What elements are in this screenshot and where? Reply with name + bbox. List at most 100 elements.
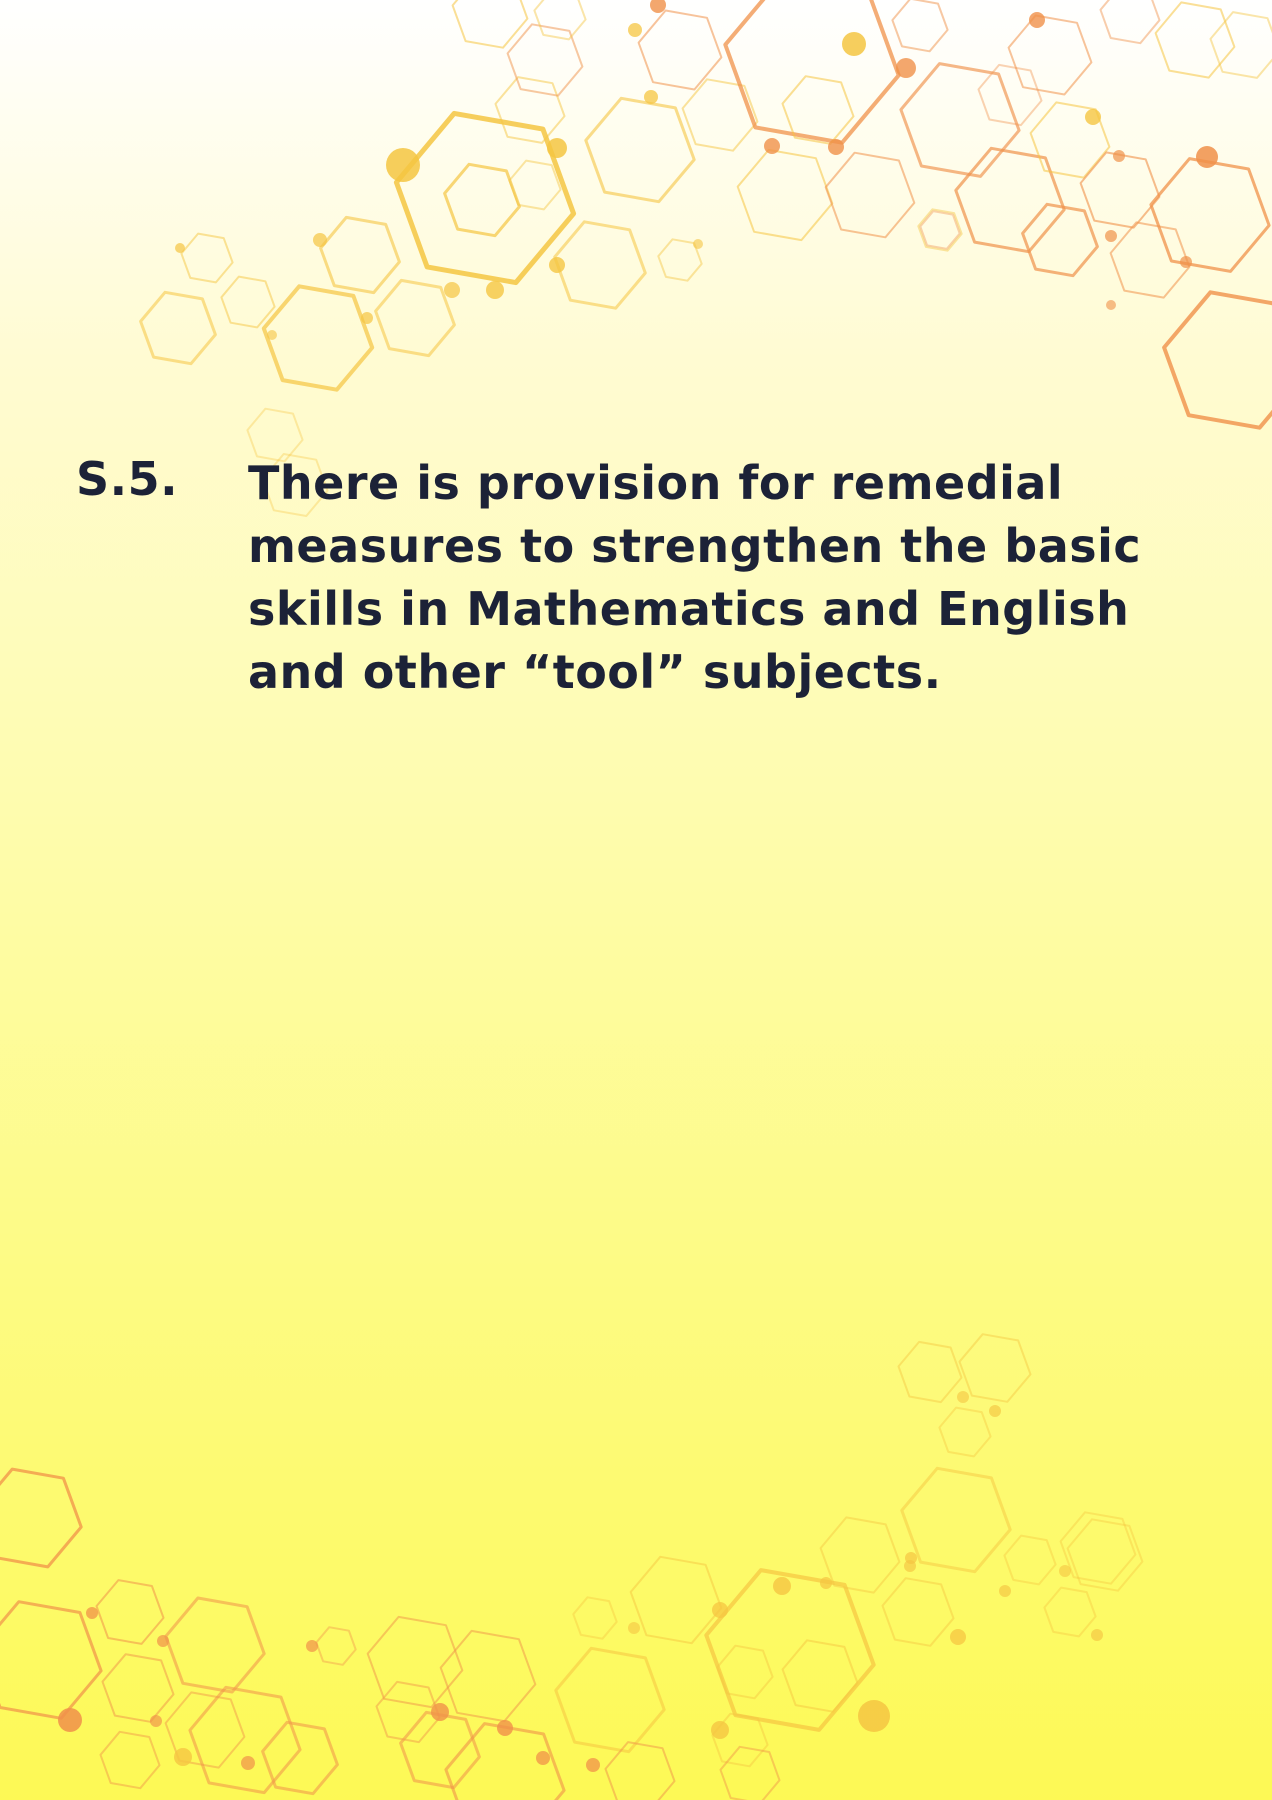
hexagon-shape [1007,14,1093,96]
hexagon-shape [374,278,456,358]
hexagon-shape [781,1639,859,1713]
node-dot [1180,256,1192,268]
node-dot [536,1751,550,1765]
node-dot [86,1607,98,1619]
hexagon-shape [604,1741,676,1800]
node-dot [150,1715,162,1727]
hexagon-shape [824,151,916,239]
node-dot [486,281,504,299]
hexagon-shape [0,1467,83,1569]
hexagon-shape [1066,1518,1144,1592]
item-text: There is provision for remedial measures… [248,456,1142,699]
node-dot [586,1758,600,1772]
node-dot [764,138,780,154]
node-dot [950,1629,966,1645]
hexagon-shape [319,215,401,295]
hexagon-shape [716,1644,774,1700]
node-dot [905,1552,917,1564]
hexagon-shape [164,1596,266,1694]
hexagon-shape [393,110,577,286]
node-dot [1091,1629,1103,1641]
hexagon-shape [723,0,901,145]
node-dot [628,23,642,37]
node-dot [1059,1565,1071,1577]
node-dot [241,1756,255,1770]
node-dot [957,1391,969,1403]
hexagon-shape [781,75,855,145]
hexagon-shape [881,1577,955,1647]
node-dot [650,0,666,13]
node-dot [820,1577,832,1589]
hexagon-shape [451,0,529,49]
hexagon-shape [704,1568,876,1732]
hexagon-shape [938,1406,992,1458]
node-dot [547,138,567,158]
hexagon-shape [1162,290,1272,430]
hexagon-shape [1109,221,1191,299]
hexagon-shape [1149,157,1271,273]
hexagon-shape [533,0,587,41]
node-dot [1029,12,1045,28]
hexagon-shape [554,1646,666,1754]
node-dot [1196,146,1218,168]
hexagon-shape [1029,101,1111,179]
hexagon-shape [0,1600,103,1720]
hexagon-shape [443,162,521,238]
hexagon-shape [958,1333,1032,1403]
hexagon-shape [1209,11,1272,79]
node-dot [431,1703,449,1721]
hexagon-shape [1043,1586,1097,1638]
hexagon-shape [977,63,1043,127]
node-dot [444,282,460,298]
node-dot [858,1700,890,1732]
hexagon-shape [164,1691,246,1769]
hexagon-shape [819,1516,901,1594]
bottom-hexagon-cluster [0,1333,1144,1800]
hexagon-shape [1021,202,1099,278]
node-dot [693,239,703,249]
node-dot [175,243,185,253]
hexagon-shape [315,1626,357,1666]
hexagon-shape [95,1579,165,1645]
hexagon-shape [375,1680,441,1744]
hexagon-shape [1003,1534,1057,1586]
node-dot [313,233,327,247]
hexagon-shape [657,238,703,282]
hexagon-shape [954,146,1066,254]
node-dot [828,139,844,155]
hexagon-shape [681,78,759,152]
node-dot [174,1748,192,1766]
node-dot [773,1577,791,1595]
node-dot [157,1635,169,1647]
hexagon-shape [719,1745,781,1800]
node-dot [904,1560,916,1572]
hexagon-shape [711,1712,769,1768]
hexagon-shape [99,1730,161,1790]
hexagon-shape [1059,1511,1137,1585]
hexagon-shape [508,159,562,211]
node-dot [1085,109,1101,125]
node-dot [361,312,373,324]
node-dot [712,1602,728,1618]
node-dot [306,1640,318,1652]
node-dot [842,32,866,56]
hexagon-shape [220,275,276,329]
hexagon-background-decoration [0,0,1272,1800]
node-dot [267,330,277,340]
hexagon-shape [637,9,723,91]
hexagon-shape [366,1615,464,1709]
hexagon-shape [444,1722,566,1800]
hexagon-shape [736,148,834,242]
node-dot [999,1585,1011,1597]
hexagon-shape [917,208,963,252]
node-dot [644,90,658,104]
hexagon-shape [180,232,234,284]
hexagon-shape [584,96,696,204]
hexagon-shape [439,1629,537,1723]
hexagon-shape [891,0,949,53]
node-dot [628,1622,640,1634]
node-dot [896,58,916,78]
hexagon-shape [261,1720,339,1796]
hexagon-shape [899,62,1021,178]
node-dot [1113,150,1125,162]
